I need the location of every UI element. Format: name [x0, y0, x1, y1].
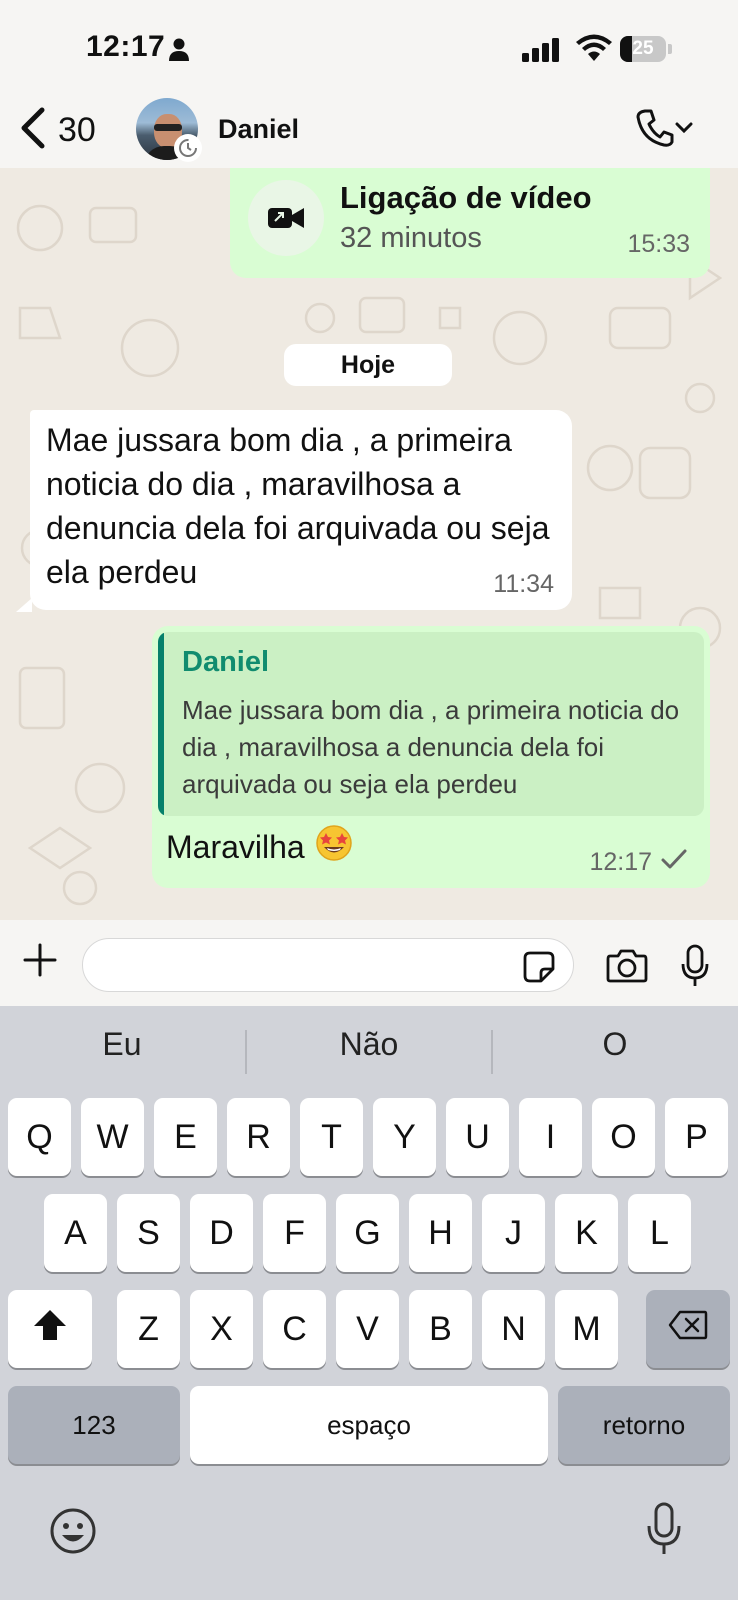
unread-count: 30: [58, 111, 96, 149]
numbers-key[interactable]: 123: [8, 1386, 180, 1464]
quoted-message[interactable]: Daniel Mae jussara bom dia , a primeira …: [158, 632, 704, 816]
key-p[interactable]: P: [665, 1098, 728, 1176]
disappearing-timer-icon: [174, 134, 202, 162]
suggestion-2[interactable]: Não: [247, 1026, 491, 1063]
keyboard: Eu Não O Q W E R T Y U I O P A S D F G H…: [0, 1006, 738, 1600]
return-key[interactable]: retorno: [558, 1386, 730, 1464]
camera-icon[interactable]: [606, 948, 648, 989]
message-meta: 12:17: [589, 848, 688, 877]
message-time: 15:33: [627, 230, 690, 258]
key-h[interactable]: H: [409, 1194, 472, 1272]
key-n[interactable]: N: [482, 1290, 545, 1368]
person-icon: [168, 38, 190, 67]
microphone-icon[interactable]: [680, 944, 710, 993]
outgoing-reply-message[interactable]: Daniel Mae jussara bom dia , a primeira …: [152, 626, 710, 888]
status-time: 12:17: [86, 30, 166, 63]
backspace-icon: [668, 1310, 708, 1349]
shift-key[interactable]: [8, 1290, 92, 1368]
chat-area[interactable]: Ligação de vídeo 32 minutos 15:33 Hoje M…: [0, 168, 738, 920]
star-struck-emoji-icon: [315, 824, 353, 870]
key-o[interactable]: O: [592, 1098, 655, 1176]
suggestion-3[interactable]: O: [493, 1026, 737, 1063]
chevron-down-icon: [674, 121, 694, 140]
dictation-mic-icon[interactable]: [646, 1502, 682, 1561]
key-t[interactable]: T: [300, 1098, 363, 1176]
whatsapp-chat-screen: 12:17 25 30 Daniel Ligação de vídeo 32 m…: [0, 0, 738, 1600]
phone-icon: [636, 108, 674, 153]
quoted-sender: Daniel: [182, 646, 270, 678]
incoming-message[interactable]: Mae jussara bom dia , a primeira noticia…: [30, 410, 572, 610]
contact-name[interactable]: Daniel: [218, 114, 299, 145]
key-w[interactable]: W: [81, 1098, 144, 1176]
suggestion-1[interactable]: Eu: [0, 1026, 244, 1063]
key-j[interactable]: J: [482, 1194, 545, 1272]
message-input-bar: [0, 920, 738, 1006]
reply-text-row: Maravilha: [166, 824, 353, 870]
call-title: Ligação de vídeo: [340, 180, 592, 215]
key-s[interactable]: S: [117, 1194, 180, 1272]
battery-level: 25: [632, 38, 654, 59]
status-bar: 12:17 25: [0, 0, 738, 96]
key-l[interactable]: L: [628, 1194, 691, 1272]
key-y[interactable]: Y: [373, 1098, 436, 1176]
wifi-icon: [576, 34, 612, 67]
call-button[interactable]: [636, 108, 694, 153]
suggestion-bar: Eu Não O: [0, 1006, 738, 1092]
key-u[interactable]: U: [446, 1098, 509, 1176]
message-text: Maravilha: [166, 828, 305, 865]
call-duration: 32 minutos: [340, 222, 482, 254]
sent-check-icon: [660, 848, 688, 877]
date-separator: Hoje: [284, 344, 452, 386]
key-z[interactable]: Z: [117, 1290, 180, 1368]
chat-header: 30 Daniel: [0, 96, 738, 168]
key-x[interactable]: X: [190, 1290, 253, 1368]
key-a[interactable]: A: [44, 1194, 107, 1272]
key-b[interactable]: B: [409, 1290, 472, 1368]
video-camera-icon: [248, 180, 324, 256]
space-key[interactable]: espaço: [190, 1386, 548, 1464]
key-d[interactable]: D: [190, 1194, 253, 1272]
message-time: 11:34: [493, 570, 554, 598]
key-r[interactable]: R: [227, 1098, 290, 1176]
message-text: Mae jussara bom dia , a primeira noticia…: [46, 422, 550, 590]
key-i[interactable]: I: [519, 1098, 582, 1176]
key-f[interactable]: F: [263, 1194, 326, 1272]
key-c[interactable]: C: [263, 1290, 326, 1368]
backspace-key[interactable]: [646, 1290, 730, 1368]
plus-icon[interactable]: [22, 942, 58, 983]
back-button[interactable]: 30: [18, 106, 96, 155]
key-e[interactable]: E: [154, 1098, 217, 1176]
key-m[interactable]: M: [555, 1290, 618, 1368]
shift-icon: [32, 1308, 68, 1351]
sticker-icon[interactable]: [522, 950, 556, 989]
key-v[interactable]: V: [336, 1290, 399, 1368]
video-call-message[interactable]: Ligação de vídeo 32 minutos 15:33: [230, 168, 710, 278]
message-time: 12:17: [589, 848, 652, 876]
key-g[interactable]: G: [336, 1194, 399, 1272]
emoji-icon[interactable]: [48, 1506, 98, 1561]
key-k[interactable]: K: [555, 1194, 618, 1272]
message-input[interactable]: [82, 938, 574, 992]
quoted-text: Mae jussara bom dia , a primeira noticia…: [182, 695, 680, 799]
key-q[interactable]: Q: [8, 1098, 71, 1176]
battery-icon: 25: [620, 36, 666, 62]
chevron-left-icon: [18, 106, 48, 155]
cellular-signal-icon: [522, 38, 562, 67]
